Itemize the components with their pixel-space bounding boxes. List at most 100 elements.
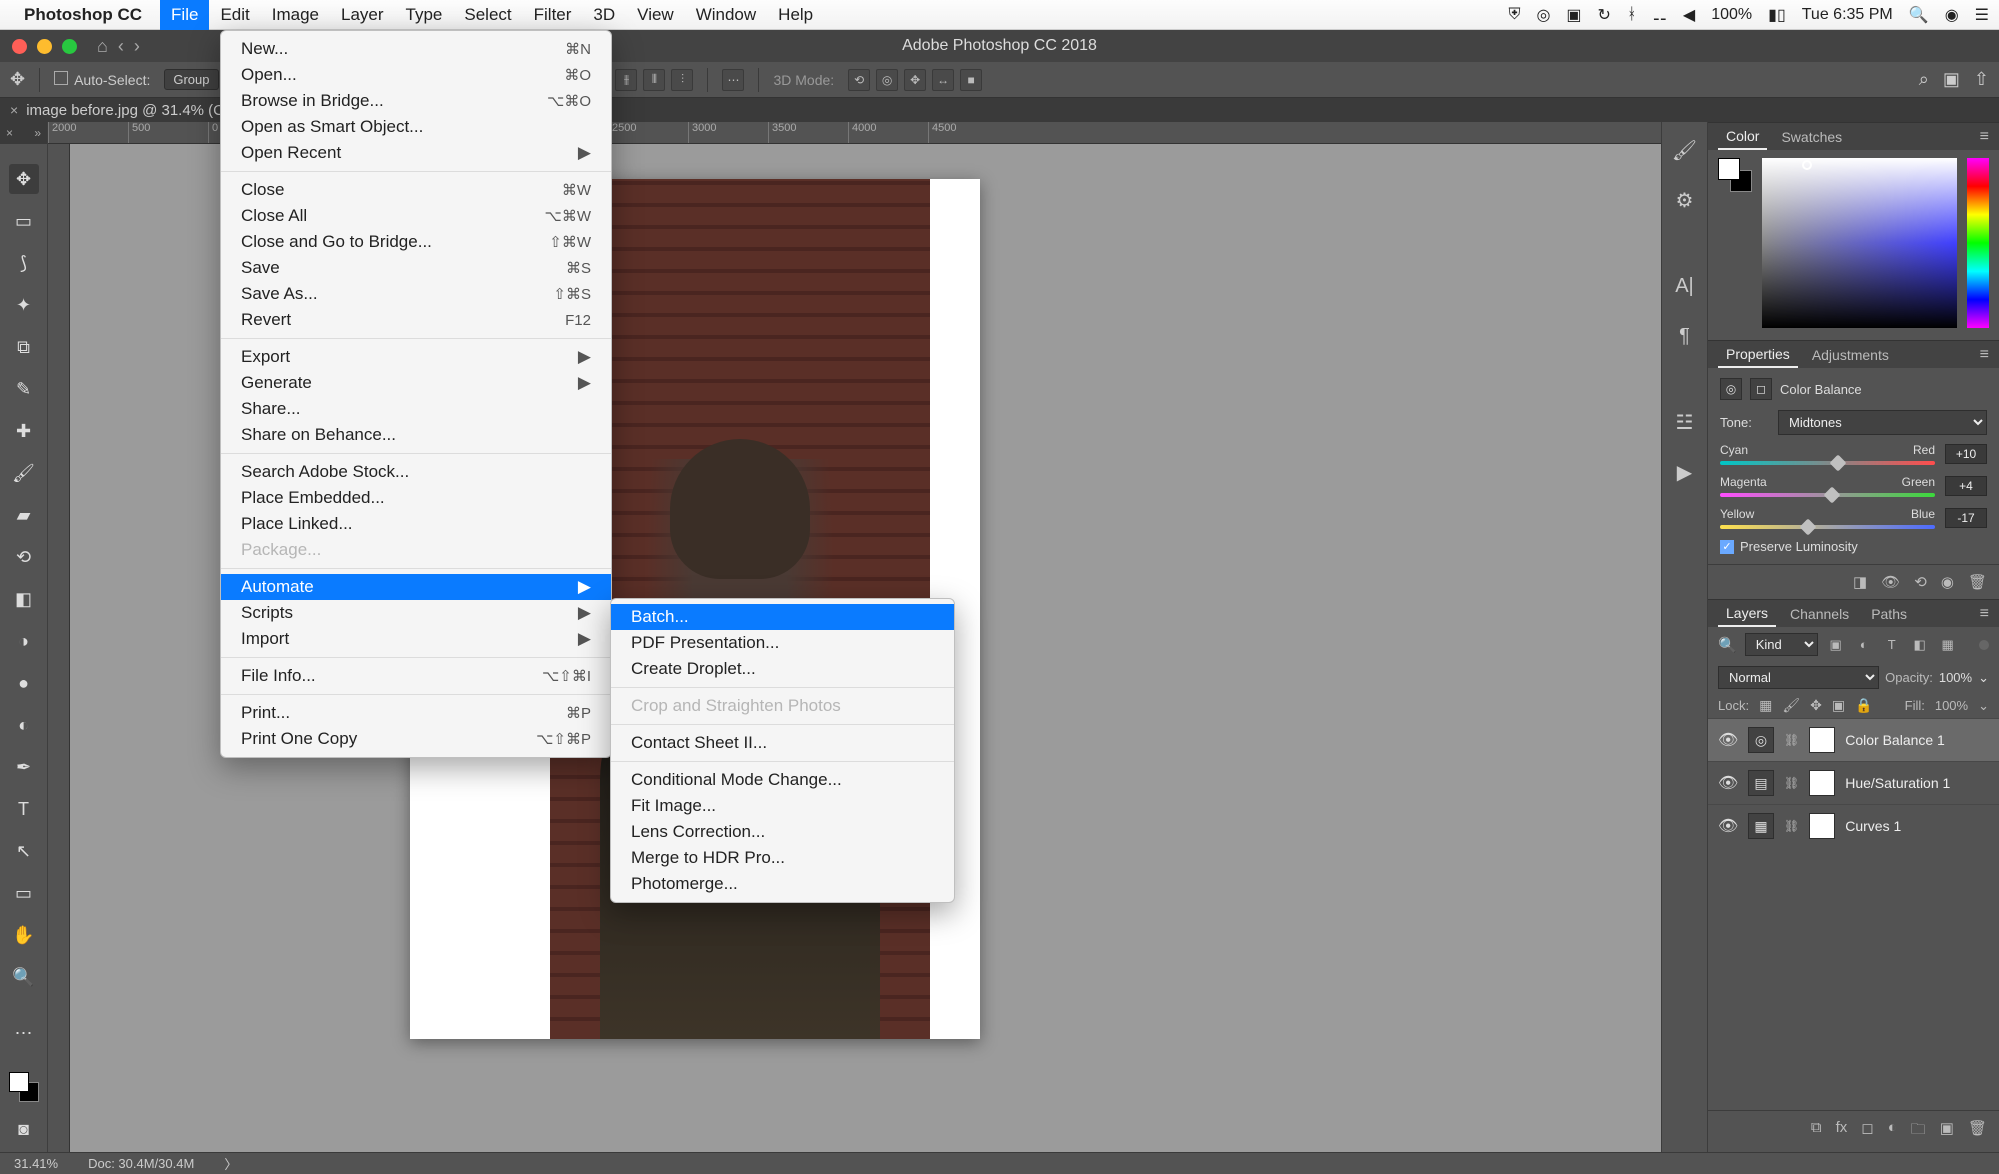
maximize-window[interactable]	[62, 39, 77, 54]
filter-shape-icon[interactable]: ◧	[1910, 635, 1930, 655]
history-brush-tool[interactable]: ⟲	[9, 542, 39, 572]
menu-item-close-all[interactable]: Close All⌥⌘W	[221, 203, 611, 229]
menu-item-generate[interactable]: Generate▶	[221, 370, 611, 396]
quick-mask[interactable]: ◙	[9, 1114, 39, 1144]
slider-track-0[interactable]	[1720, 461, 1935, 465]
menubar-item-window[interactable]: Window	[685, 0, 767, 30]
lock-all-icon[interactable]: 🔒	[1855, 697, 1872, 714]
blend-mode-dropdown[interactable]: Normal	[1718, 666, 1879, 689]
shape-tool[interactable]: ▭	[9, 878, 39, 908]
magic-wand-tool[interactable]: ✦	[9, 290, 39, 320]
lock-transparency-icon[interactable]: ▦	[1759, 697, 1772, 714]
menu-item-save[interactable]: Save⌘S	[221, 255, 611, 281]
menu-item-merge-to-hdr-pro[interactable]: Merge to HDR Pro...	[611, 845, 954, 871]
menu-item-create-droplet[interactable]: Create Droplet...	[611, 656, 954, 682]
blur-tool[interactable]: ●	[9, 668, 39, 698]
filter-search-icon[interactable]: 🔍	[1718, 636, 1737, 654]
character-panel-icon[interactable]: A|	[1671, 272, 1699, 300]
paragraph-panel-icon[interactable]: ¶	[1671, 322, 1699, 350]
menu-item-place-linked[interactable]: Place Linked...	[221, 511, 611, 537]
menu-item-contact-sheet-ii[interactable]: Contact Sheet II...	[611, 730, 954, 756]
filter-toggle[interactable]	[1979, 640, 1989, 650]
hue-slider[interactable]	[1967, 158, 1989, 328]
lock-position-icon[interactable]: ✥	[1810, 697, 1822, 714]
menu-item-batch[interactable]: Batch...	[611, 604, 954, 630]
layer-mask-thumb[interactable]	[1809, 770, 1835, 796]
new-fill-adj-icon[interactable]: ◐	[1888, 1119, 1897, 1144]
menu-item-open[interactable]: Open...⌘O	[221, 62, 611, 88]
delete-layer-icon[interactable]: 🗑	[1968, 1119, 1987, 1144]
gradient-tool[interactable]: ◑	[9, 626, 39, 656]
layer-visibility-icon[interactable]: 👁	[1718, 773, 1738, 793]
toggle-visibility-icon[interactable]: ◉	[1941, 573, 1954, 591]
battery-label[interactable]: 100%	[1711, 6, 1752, 24]
menu-item-fit-image[interactable]: Fit Image...	[611, 793, 954, 819]
menu-item-close-and-go-to-bridge[interactable]: Close and Go to Bridge...⇧⌘W	[221, 229, 611, 255]
dist-h1[interactable]: ⫵	[615, 69, 637, 91]
more-align[interactable]: ⋯	[722, 69, 744, 91]
reset-icon[interactable]: ⟲	[1914, 573, 1927, 591]
home-icon[interactable]: ⌂	[97, 36, 108, 57]
healing-brush-tool[interactable]: ✚	[9, 416, 39, 446]
menubar-item-3d[interactable]: 3D	[582, 0, 626, 30]
menu-item-close[interactable]: Close⌘W	[221, 177, 611, 203]
opacity-dropdown-icon[interactable]: ⌄	[1978, 670, 1989, 686]
slider-value-0[interactable]: +10	[1945, 444, 1987, 464]
color-field[interactable]	[1762, 158, 1957, 328]
layer-fx-icon[interactable]: fx	[1836, 1119, 1848, 1144]
shield-icon[interactable]: ⛨	[1508, 6, 1520, 24]
menubar-item-select[interactable]: Select	[453, 0, 522, 30]
spotlight-icon[interactable]: 🔍	[1909, 5, 1929, 25]
opacity-value[interactable]: 100%	[1939, 670, 1972, 685]
tone-dropdown[interactable]: Midtones	[1778, 410, 1987, 435]
slider-track-1[interactable]	[1720, 493, 1935, 497]
slider-value-2[interactable]: -17	[1945, 508, 1987, 528]
menu-item-new[interactable]: New...⌘N	[221, 36, 611, 62]
tab-paths[interactable]: Paths	[1863, 602, 1915, 626]
3d-pan[interactable]: ✥	[904, 69, 926, 91]
menu-item-browse-in-bridge[interactable]: Browse in Bridge...⌥⌘O	[221, 88, 611, 114]
menu-item-open-as-smart-object[interactable]: Open as Smart Object...	[221, 114, 611, 140]
layer-mask-thumb[interactable]	[1809, 727, 1835, 753]
menu-item-photomerge[interactable]: Photomerge...	[611, 871, 954, 897]
filter-type-icon[interactable]: T	[1882, 635, 1902, 655]
dist-h3[interactable]: ⫶	[671, 69, 693, 91]
slider-value-1[interactable]: +4	[1945, 476, 1987, 496]
tab-close-icon[interactable]: ×	[10, 102, 18, 118]
lock-artboard-icon[interactable]: ▣	[1832, 697, 1845, 714]
menu-item-print[interactable]: Print...⌘P	[221, 700, 611, 726]
new-layer-icon[interactable]: ▣	[1940, 1119, 1954, 1144]
clock[interactable]: Tue 6:35 PM	[1802, 6, 1893, 24]
layer-mask-thumb[interactable]	[1809, 813, 1835, 839]
menu-item-file-info[interactable]: File Info...⌥⇧⌘I	[221, 663, 611, 689]
libraries-icon[interactable]: ☳	[1671, 408, 1699, 436]
auto-select-dropdown[interactable]: Group	[164, 69, 218, 90]
color-swatch-tool[interactable]	[9, 1072, 39, 1102]
siri-icon[interactable]: ◉	[1945, 5, 1959, 25]
tab-color[interactable]: Color	[1718, 124, 1767, 150]
pen-tool[interactable]: ✒	[9, 752, 39, 782]
3d-camera[interactable]: ■	[960, 69, 982, 91]
wifi-icon[interactable]: ⚋	[1653, 5, 1667, 25]
fill-dropdown-icon[interactable]: ⌄	[1978, 698, 1989, 714]
filter-smart-icon[interactable]: ▦	[1938, 635, 1958, 655]
layer-row[interactable]: 👁 ▦ ⛓ Curves 1	[1708, 804, 1999, 847]
menu-item-search-adobe-stock[interactable]: Search Adobe Stock...	[221, 459, 611, 485]
brush-settings-icon[interactable]: ⚙	[1671, 186, 1699, 214]
battery-icon[interactable]: ▮▯	[1768, 5, 1786, 25]
menu-item-share[interactable]: Share...	[221, 396, 611, 422]
tab-channels[interactable]: Channels	[1782, 602, 1857, 626]
panel-close[interactable]: ×	[6, 126, 13, 140]
menu-item-pdf-presentation[interactable]: PDF Presentation...	[611, 630, 954, 656]
3d-roll[interactable]: ◎	[876, 69, 898, 91]
menu-item-import[interactable]: Import▶	[221, 626, 611, 652]
lasso-tool[interactable]: ⟆	[9, 248, 39, 278]
type-tool[interactable]: T	[9, 794, 39, 824]
zoom-tool[interactable]: 🔍	[9, 962, 39, 992]
layer-row[interactable]: 👁 ▤ ⛓ Hue/Saturation 1	[1708, 761, 1999, 804]
layer-visibility-icon[interactable]: 👁	[1718, 816, 1738, 836]
menubar-item-image[interactable]: Image	[261, 0, 330, 30]
menu-item-lens-correction[interactable]: Lens Correction...	[611, 819, 954, 845]
slider-track-2[interactable]	[1720, 525, 1935, 529]
airplay-icon[interactable]: ▣	[1566, 5, 1581, 25]
